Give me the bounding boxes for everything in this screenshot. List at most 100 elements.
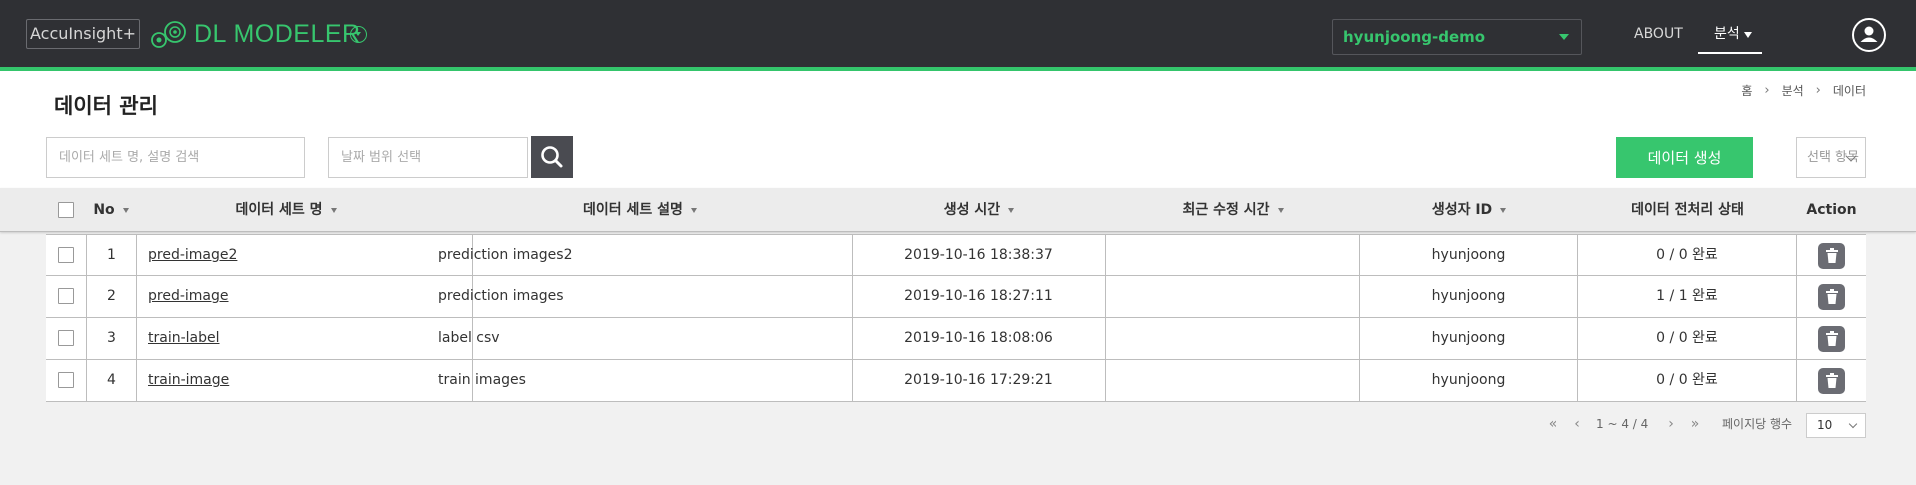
- column-header-creator[interactable]: 생성자 ID: [1360, 188, 1578, 232]
- delete-button[interactable]: [1818, 368, 1845, 394]
- row-name-cell: pred-image2: [137, 235, 473, 276]
- chevron-right-icon: ›: [1815, 83, 1821, 98]
- row-description: train images: [427, 360, 853, 401]
- row-name-cell: pred-image: [137, 276, 473, 317]
- create-data-button[interactable]: 데이터 생성: [1616, 137, 1753, 178]
- top-bar: AccuInsight+ DL MODELER hyunjoong-demo A…: [0, 0, 1916, 67]
- breadcrumb: 홈 › 분석 › 데이터: [1741, 82, 1866, 99]
- sort-caret-icon: [1008, 207, 1015, 213]
- row-creator: hyunjoong: [1360, 276, 1578, 317]
- trash-icon: [1825, 373, 1838, 388]
- dataset-name-link[interactable]: pred-image2: [148, 247, 237, 263]
- date-range-input[interactable]: [328, 137, 528, 178]
- search-icon: [541, 146, 563, 168]
- dl-modeler-logo-icon: [151, 21, 186, 48]
- row-checkbox-cell: [46, 235, 87, 276]
- column-header-description[interactable]: 데이터 세트 설명: [427, 188, 853, 232]
- row-created: 2019-10-16 18:38:37: [852, 235, 1106, 276]
- chevron-down-icon: [1848, 419, 1858, 429]
- row-creator: hyunjoong: [1360, 318, 1578, 359]
- column-header-name[interactable]: 데이터 세트 명: [146, 188, 426, 232]
- row-checkbox[interactable]: [58, 247, 74, 263]
- row-checkbox[interactable]: [58, 288, 74, 304]
- trash-icon: [1825, 331, 1838, 346]
- row-modified: [1106, 318, 1360, 359]
- project-select[interactable]: hyunjoong-demo: [1332, 19, 1582, 55]
- column-header-modified[interactable]: 최근 수정 시간: [1106, 188, 1360, 232]
- chevron-right-icon: ›: [1764, 83, 1770, 98]
- row-created: 2019-10-16 18:27:11: [852, 276, 1106, 317]
- row-checkbox[interactable]: [58, 372, 74, 388]
- column-header-no[interactable]: No: [86, 188, 136, 232]
- delete-button[interactable]: [1818, 284, 1845, 310]
- rows-per-page-label: 페이지당 행수: [1722, 417, 1793, 431]
- nav-analysis[interactable]: 분석: [1698, 24, 1762, 54]
- column-header-created[interactable]: 생성 시간: [852, 188, 1106, 232]
- dataset-name-link[interactable]: train-image: [148, 372, 229, 388]
- nav-analysis-label: 분석: [1714, 26, 1740, 42]
- table-row: 2 pred-image prediction images 2019-10-1…: [46, 276, 1866, 318]
- page-title: 데이터 관리: [54, 94, 158, 118]
- row-name-cell: train-label: [137, 318, 473, 359]
- product-title: DL MODELER: [194, 20, 361, 48]
- sort-caret-icon: [1500, 207, 1507, 213]
- row-no: 3: [87, 318, 137, 359]
- row-status: 0 / 0 완료: [1578, 318, 1797, 359]
- row-modified: [1106, 360, 1360, 401]
- search-button[interactable]: [531, 136, 573, 178]
- project-select-value: hyunjoong-demo: [1343, 28, 1486, 46]
- delete-button[interactable]: [1818, 326, 1845, 352]
- previous-page-icon[interactable]: ‹: [1570, 414, 1584, 434]
- rows-per-page-value: 10: [1817, 418, 1833, 432]
- row-checkbox-cell: [46, 276, 87, 317]
- dataset-name-link[interactable]: pred-image: [148, 288, 229, 304]
- row-name-cell: train-image: [137, 360, 473, 401]
- table-row: 3 train-label label csv 2019-10-16 18:08…: [46, 318, 1866, 360]
- row-created: 2019-10-16 18:08:06: [852, 318, 1106, 359]
- column-header-status: 데이터 전처리 상태: [1631, 202, 1744, 218]
- next-page-icon[interactable]: ›: [1664, 414, 1678, 434]
- nav-about[interactable]: ABOUT: [1634, 24, 1683, 44]
- trash-icon: [1825, 248, 1838, 263]
- breadcrumb-home[interactable]: 홈: [1741, 82, 1752, 99]
- page-range: 1 ~ 4 / 4: [1596, 417, 1649, 431]
- row-status: 0 / 0 완료: [1578, 360, 1797, 401]
- row-created: 2019-10-16 17:29:21: [852, 360, 1106, 401]
- sort-caret-icon: [330, 207, 337, 213]
- caret-down-icon: [1744, 32, 1752, 38]
- row-checkbox[interactable]: [58, 330, 74, 346]
- row-checkbox-cell: [46, 360, 87, 401]
- row-description: prediction images2: [427, 235, 853, 276]
- row-modified: [1106, 276, 1360, 317]
- row-modified: [1106, 235, 1360, 276]
- row-no: 4: [87, 360, 137, 401]
- breadcrumb-analysis[interactable]: 분석: [1782, 82, 1804, 99]
- user-avatar-button[interactable]: [1852, 18, 1886, 52]
- rows-per-page-select[interactable]: 10: [1806, 413, 1866, 438]
- row-checkbox-cell: [46, 318, 87, 359]
- selected-items-dropdown[interactable]: 선택 항목: [1796, 137, 1866, 178]
- user-icon: [1860, 26, 1878, 42]
- table-body: 1 pred-image2 prediction images2 2019-10…: [46, 234, 1866, 402]
- row-no: 1: [87, 235, 137, 276]
- table-row: 1 pred-image2 prediction images2 2019-10…: [46, 234, 1866, 276]
- sort-caret-icon: [1277, 207, 1284, 213]
- row-description: prediction images: [427, 276, 853, 317]
- caret-down-icon: [1559, 34, 1569, 40]
- row-no: 2: [87, 276, 137, 317]
- dataset-name-link[interactable]: train-label: [148, 330, 220, 346]
- delete-button[interactable]: [1818, 243, 1845, 269]
- row-status: 0 / 0 완료: [1578, 235, 1797, 276]
- sort-caret-icon: [122, 207, 129, 213]
- table-header: No 데이터 세트 명 데이터 세트 설명 생성 시간 최근 수정 시간 생성자…: [0, 188, 1916, 232]
- first-page-icon[interactable]: «: [1546, 414, 1560, 434]
- product-menu-chevron-icon[interactable]: [350, 26, 367, 43]
- table-row: 4 train-image train images 2019-10-16 17…: [46, 360, 1866, 402]
- last-page-icon[interactable]: »: [1688, 414, 1702, 434]
- select-all-checkbox[interactable]: [58, 202, 74, 218]
- trash-icon: [1825, 289, 1838, 304]
- row-creator: hyunjoong: [1360, 360, 1578, 401]
- accuinsight-logo[interactable]: AccuInsight+: [26, 19, 140, 49]
- row-status: 1 / 1 완료: [1578, 276, 1797, 317]
- search-input[interactable]: [46, 137, 305, 178]
